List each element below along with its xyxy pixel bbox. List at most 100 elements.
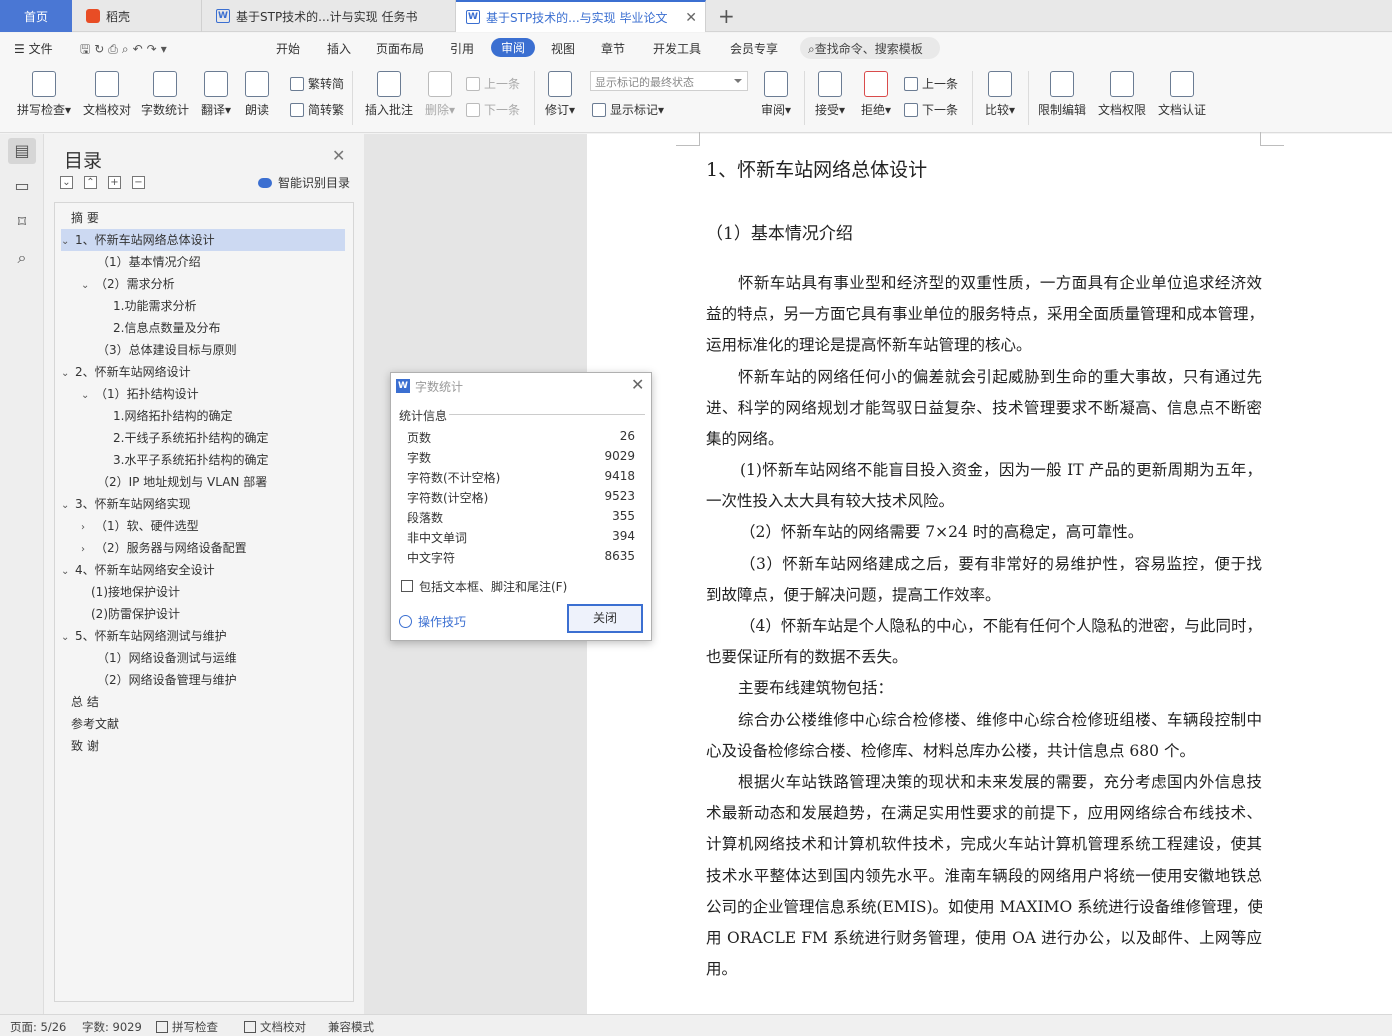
toc-item[interactable]: 总 结 bbox=[71, 691, 99, 713]
close-button[interactable]: 关闭 bbox=[567, 604, 643, 633]
toc-item[interactable]: ›（1）软、硬件选型 bbox=[81, 515, 199, 537]
review-pane-icon bbox=[764, 71, 788, 97]
toc-title: 目录 bbox=[64, 146, 102, 173]
paragraph-line: 计算机网络技术和计算机软件技术，完成火车站计算机管理系统工程建设，使其 bbox=[706, 829, 1262, 860]
comment-icon bbox=[377, 71, 401, 97]
toc-item[interactable]: (1)接地保护设计 bbox=[91, 581, 180, 603]
markup-state-select[interactable]: 显示标记的最终状态 bbox=[590, 71, 748, 91]
status-proofread[interactable]: 文档校对 bbox=[244, 1019, 306, 1035]
toc-item[interactable]: （3）总体建设目标与原则 bbox=[97, 339, 237, 361]
menu-start[interactable]: 开始 bbox=[276, 40, 300, 57]
toc-item[interactable]: 3.水平子系统拓扑结构的确定 bbox=[113, 449, 268, 471]
accept-button[interactable]: 接受▾ bbox=[812, 71, 848, 118]
read-aloud-button[interactable]: 朗读 bbox=[242, 71, 272, 118]
word-count-button[interactable]: 字数统计 bbox=[140, 71, 190, 118]
menu-view[interactable]: 视图 bbox=[551, 40, 575, 57]
toc-item[interactable]: （2）网络设备管理与维护 bbox=[97, 669, 237, 691]
next-change-icon bbox=[904, 103, 918, 117]
smart-toc-button[interactable]: 智能识别目录 bbox=[258, 174, 350, 191]
include-textbox-label[interactable]: 包括文本框、脚注和尾注(F) bbox=[419, 578, 567, 595]
review-pane-button[interactable]: 审阅▾ bbox=[758, 71, 794, 118]
toc-item[interactable]: ⌄4、怀新车站网络安全设计 bbox=[61, 559, 215, 581]
bookmark-icon[interactable]: ⌑ bbox=[12, 212, 32, 232]
toc-item[interactable]: ⌄（2）需求分析 bbox=[81, 273, 175, 295]
toc-item[interactable]: 摘 要 bbox=[71, 207, 99, 229]
heading-2: （1）基本情况介绍 bbox=[706, 219, 853, 244]
close-icon[interactable]: ✕ bbox=[631, 375, 644, 394]
close-icon[interactable]: ✕ bbox=[685, 10, 697, 26]
toc-item[interactable]: 1.功能需求分析 bbox=[113, 295, 196, 317]
toc-item[interactable]: (2)防雷保护设计 bbox=[91, 603, 180, 625]
tab-daoke-label: 稻壳 bbox=[106, 8, 130, 25]
next-change-button[interactable]: 下一条 bbox=[904, 101, 958, 118]
tab-thesis-doc[interactable]: W基于STP技术的...与实现 毕业论文✕ bbox=[456, 0, 706, 32]
toc-item[interactable]: ⌄2、怀新车站网络设计 bbox=[61, 361, 191, 383]
spell-check-button[interactable]: 拼写检查▾ bbox=[12, 71, 76, 118]
tab-home[interactable]: 首页 bbox=[0, 0, 72, 32]
word-count-indicator[interactable]: 字数: 9029 bbox=[82, 1019, 142, 1035]
page-indicator[interactable]: 页面: 5/26 bbox=[10, 1019, 66, 1035]
doc-certify-label: 文档认证 bbox=[1158, 103, 1206, 117]
insert-comment-button[interactable]: 插入批注 bbox=[364, 71, 414, 118]
translate-button[interactable]: 翻译▾ bbox=[198, 71, 234, 118]
toc-item[interactable]: （1）基本情况介绍 bbox=[97, 251, 201, 273]
toc-item[interactable]: （2）IP 地址规划与 VLAN 部署 bbox=[97, 471, 267, 493]
trad-to-simp-button[interactable]: 繁转简 bbox=[290, 75, 344, 92]
show-markup-button[interactable]: 显示标记▾ bbox=[592, 101, 664, 118]
paragraph-line: 运用标准化的理论是提高怀新车站管理的核心。 bbox=[706, 330, 1262, 361]
toc-item-label: 4、怀新车站网络安全设计 bbox=[75, 563, 215, 577]
doc-certify-icon bbox=[1170, 71, 1194, 97]
command-search[interactable]: ⌕查找命令、搜索模板 bbox=[800, 37, 940, 59]
close-icon[interactable]: ✕ bbox=[332, 146, 345, 165]
next-comment-button[interactable]: 下一条 bbox=[466, 101, 520, 118]
chapter-nav-icon[interactable]: ▭ bbox=[12, 176, 32, 196]
tab-daoke[interactable]: 稻壳 bbox=[72, 0, 202, 32]
toc-item[interactable]: ›（2）服务器与网络设备配置 bbox=[81, 537, 247, 559]
plus-icon[interactable]: + bbox=[108, 176, 121, 189]
menu-member[interactable]: 会员专享 bbox=[730, 40, 778, 57]
toc-item[interactable]: （1）网络设备测试与运维 bbox=[97, 647, 237, 669]
tips-link[interactable]: 操作技巧 bbox=[399, 613, 466, 630]
menu-review[interactable]: 审阅 bbox=[491, 38, 535, 57]
toc-item-selected[interactable]: ⌄1、怀新车站网络总体设计 bbox=[61, 229, 345, 251]
toc-item[interactable]: ⌄3、怀新车站网络实现 bbox=[61, 493, 191, 515]
file-menu[interactable]: ☰ 文件 bbox=[14, 40, 53, 57]
trad-to-simp-label: 繁转简 bbox=[308, 75, 344, 92]
toc-item[interactable]: ⌄（1）拓扑结构设计 bbox=[81, 383, 199, 405]
crop-mark bbox=[1260, 132, 1284, 146]
menu-dev-tools[interactable]: 开发工具 bbox=[653, 40, 701, 57]
menu-page-layout[interactable]: 页面布局 bbox=[376, 40, 424, 57]
menu-references[interactable]: 引用 bbox=[450, 40, 474, 57]
toc-item[interactable]: ⌄5、怀新车站网络测试与维护 bbox=[61, 625, 227, 647]
menu-chapter[interactable]: 章节 bbox=[601, 40, 625, 57]
prev-comment-button[interactable]: 上一条 bbox=[466, 75, 520, 92]
status-spell-check[interactable]: 拼写检查 bbox=[156, 1019, 218, 1035]
search-icon[interactable]: ⌕ bbox=[12, 248, 32, 268]
tab-task-doc[interactable]: W基于STP技术的...计与实现 任务书 bbox=[202, 0, 456, 32]
toc-item[interactable]: 致 谢 bbox=[71, 735, 99, 757]
toc-item[interactable]: 1.网络拓扑结构的确定 bbox=[113, 405, 232, 427]
reject-button[interactable]: 拒绝▾ bbox=[858, 71, 894, 118]
simp-to-trad-button[interactable]: 简转繁 bbox=[290, 101, 344, 118]
doc-permission-button[interactable]: 文档权限 bbox=[1096, 71, 1148, 118]
collapse-all-icon[interactable]: ⌄ bbox=[60, 176, 73, 189]
new-tab-button[interactable]: + bbox=[718, 4, 735, 28]
doc-certify-button[interactable]: 文档认证 bbox=[1156, 71, 1208, 118]
toc-panel-icon[interactable]: ▤ bbox=[8, 138, 36, 164]
toc-item[interactable]: 2.信息点数量及分布 bbox=[113, 317, 220, 339]
paragraph-line: 进、科学的网络规划才能驾驭日益复杂、技术管理要求不断凝高、信息点不断密 bbox=[706, 393, 1262, 424]
toc-item[interactable]: 参考文献 bbox=[71, 713, 119, 735]
delete-comment-button[interactable]: 删除▾ bbox=[422, 71, 458, 118]
expand-up-icon[interactable]: ⌃ bbox=[84, 176, 97, 189]
toc-item[interactable]: 2.干线子系统拓扑结构的确定 bbox=[113, 427, 268, 449]
quick-access-icons[interactable]: 🖫↻⎙⌕↶↷▾ bbox=[80, 40, 171, 61]
proofread-button[interactable]: 文档校对 bbox=[80, 71, 134, 118]
menu-insert[interactable]: 插入 bbox=[327, 40, 351, 57]
restrict-editing-button[interactable]: 限制编辑 bbox=[1036, 71, 1088, 118]
include-textbox-checkbox[interactable] bbox=[401, 580, 413, 592]
minus-icon[interactable]: − bbox=[132, 176, 145, 189]
track-changes-button[interactable]: 修订▾ bbox=[542, 71, 578, 118]
paragraph-line: 公司的企业管理信息系统(EMIS)。如使用 MAXIMO 系统进行设备维修管理，… bbox=[706, 892, 1262, 923]
prev-change-button[interactable]: 上一条 bbox=[904, 75, 958, 92]
compare-button[interactable]: 比较▾ bbox=[982, 71, 1018, 118]
